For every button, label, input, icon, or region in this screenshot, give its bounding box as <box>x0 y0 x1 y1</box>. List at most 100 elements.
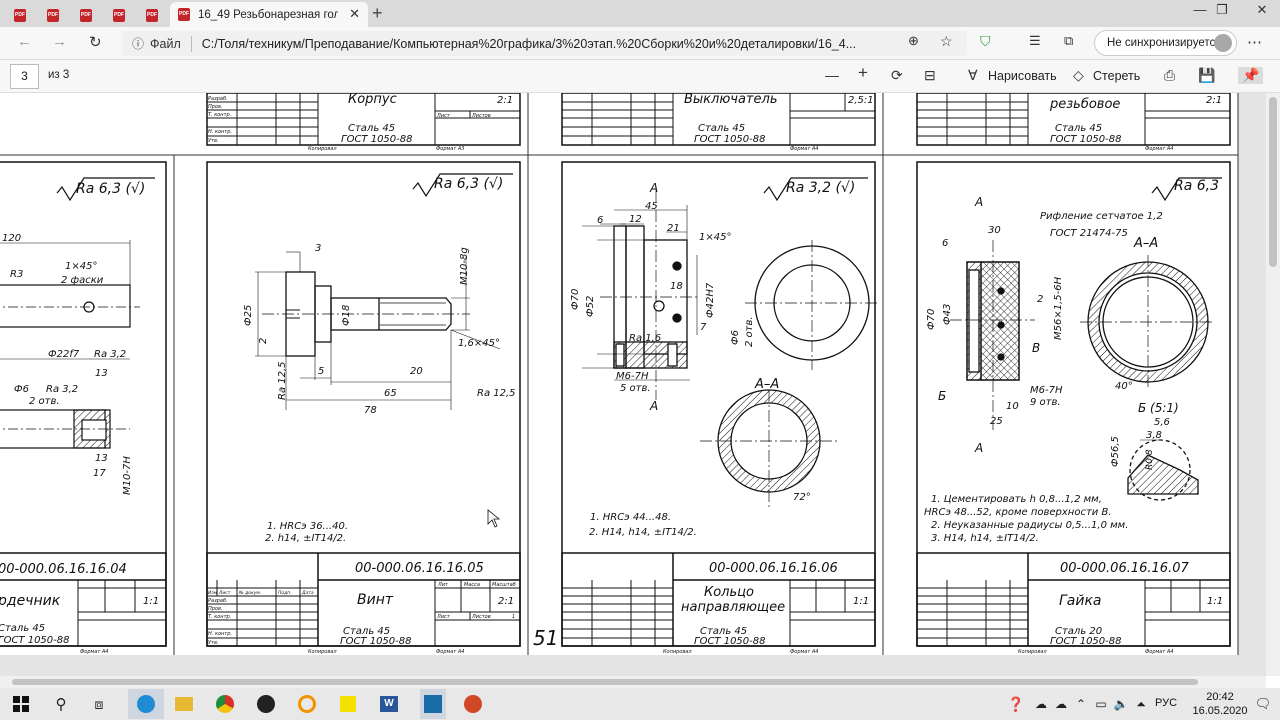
close-window-button[interactable]: ✕ <box>1242 2 1280 18</box>
word-icon[interactable]: W <box>378 693 400 715</box>
pdf-tab-1[interactable]: PDF <box>5 3 35 27</box>
sheet-gost: ГОСТ 1050-88 <box>1050 636 1122 647</box>
sheet-gost: ГОСТ 1050-88 <box>694 636 766 647</box>
format-label: Формат А4 <box>80 649 108 655</box>
zoom-in-icon[interactable]: + <box>858 63 868 83</box>
note-line: 3. H14, h14, ±IT14/2. <box>931 533 1039 544</box>
notification-icon[interactable]: 🗨 <box>1252 693 1274 715</box>
pdf-tab-3[interactable]: PDF <box>71 3 101 27</box>
favorites-list-icon[interactable]: ☰ <box>1029 33 1041 49</box>
stamp-prov: Пров. <box>208 606 223 612</box>
sheet-name: Винт <box>357 592 394 608</box>
zoom-out-icon[interactable]: — <box>825 67 839 83</box>
clock-date: 16.05.2020 <box>1192 705 1248 717</box>
top-gost-1: ГОСТ 1050-88 <box>341 134 413 145</box>
clock[interactable]: 20:42 16.05.2020 <box>1190 690 1250 718</box>
dim-label: M56×1,5-6H <box>1053 276 1064 340</box>
volume-icon[interactable]: 🔈 <box>1110 693 1132 715</box>
task-view-icon[interactable]: ⧈ <box>88 693 110 715</box>
dim-label: Ф52 <box>585 296 596 317</box>
draw-icon[interactable]: ∀ <box>968 67 978 84</box>
cloud-icon[interactable]: ☁ <box>1050 693 1072 715</box>
kompas-icon[interactable] <box>420 689 446 719</box>
network-icon[interactable]: ▭ <box>1090 693 1112 715</box>
back-icon[interactable]: ← <box>17 33 32 50</box>
scroll-thumb[interactable] <box>12 679 1198 685</box>
shield-icon[interactable]: ⛉ <box>980 33 991 50</box>
stamp-utv: Утв. <box>208 138 219 144</box>
sync-label: Не синхронизируется <box>1107 37 1222 49</box>
save-icon[interactable]: 💾 <box>1198 67 1215 84</box>
pdf-icon: PDF <box>146 8 158 22</box>
note-line: 1. HRCэ 36...40. <box>267 521 348 532</box>
forward-icon[interactable]: → <box>52 33 67 50</box>
fit-page-icon[interactable]: ⊟ <box>924 67 936 84</box>
erase-icon[interactable]: ◇ <box>1073 67 1084 84</box>
url-field[interactable]: ⓘ Файл C:/Толя/техникум/Преподавание/Ком… <box>122 31 967 56</box>
refresh-icon[interactable]: ↻ <box>89 33 102 51</box>
dim-label: 1×45° <box>699 232 731 243</box>
scroll-thumb[interactable] <box>1269 97 1277 267</box>
sheet-name-line1: Кольцо <box>704 585 754 600</box>
file-explorer-icon[interactable] <box>173 693 195 715</box>
format-label: Формат А4 <box>790 649 818 655</box>
dim-label: Ф18 <box>341 305 352 326</box>
powerpoint-icon[interactable] <box>462 693 484 715</box>
active-tab[interactable]: PDF 16_49 Резьбонарезная головка ✕ <box>170 2 368 27</box>
draw-button[interactable]: Нарисовать <box>988 69 1057 83</box>
language-indicator[interactable]: РУС <box>1155 697 1177 709</box>
divider <box>190 35 192 52</box>
sheet-material: Сталь 45 <box>0 623 45 634</box>
inkscape-icon[interactable] <box>255 693 277 715</box>
pin-toolbar-icon[interactable]: 📌 <box>1238 67 1264 84</box>
tray-chevron-icon[interactable]: ⌃ <box>1070 693 1092 715</box>
top-material-1: Сталь 45 <box>348 123 395 134</box>
app-icon[interactable] <box>296 693 318 715</box>
restore-button[interactable]: ❐ <box>1202 2 1242 18</box>
active-tab-title: 16_49 Резьбонарезная головка <box>198 8 338 21</box>
sheet-scale: 1:1 <box>143 596 159 607</box>
help-icon[interactable]: ❓ <box>1005 693 1027 715</box>
info-icon[interactable]: ⓘ <box>132 35 144 52</box>
pdf-viewer[interactable]: Корпус 2:1 Сталь 45 ГОСТ 1050-88 Формат … <box>0 93 1280 676</box>
horizontal-scrollbar[interactable] <box>0 676 1266 688</box>
new-tab-button[interactable]: + <box>372 3 383 24</box>
battery-icon[interactable]: ⏶ <box>1130 693 1152 715</box>
erase-button[interactable]: Стереть <box>1093 69 1140 83</box>
sticky-notes-icon[interactable] <box>337 693 359 715</box>
search-icon[interactable]: ⚲ <box>50 693 72 715</box>
top-scale-3: 2:1 <box>1206 95 1222 106</box>
stamp-listov: Листов <box>471 614 491 620</box>
onedrive-icon[interactable]: ☁ <box>1030 693 1052 715</box>
pdf-tab-4[interactable]: PDF <box>104 3 134 27</box>
rotate-icon[interactable]: ⟳ <box>891 67 903 84</box>
dim-label: 72° <box>793 492 811 503</box>
zoom-icon[interactable]: ⊕ <box>908 33 919 49</box>
edge-browser-icon[interactable] <box>128 689 164 719</box>
top-format-1: Формат А3 <box>436 146 464 152</box>
more-menu-icon[interactable]: ⋯ <box>1247 33 1262 51</box>
top-material-3: Сталь 45 <box>1055 123 1102 134</box>
sync-button[interactable]: Не синхронизируется <box>1094 30 1237 56</box>
dim-label: Ф70 <box>570 289 581 310</box>
top-material-2: Сталь 45 <box>698 123 745 134</box>
vertical-scrollbar[interactable] <box>1266 93 1280 676</box>
chrome-icon[interactable] <box>214 693 236 715</box>
print-icon[interactable]: ⎙ <box>1164 67 1175 84</box>
dim-label: 21 <box>667 223 680 234</box>
page-number-input[interactable]: 3 <box>10 64 39 89</box>
dim-label: 2 <box>1037 294 1043 305</box>
pdf-icon: PDF <box>47 8 59 22</box>
stamp-utv: Утв. <box>208 640 219 646</box>
windows-start-icon[interactable] <box>10 693 32 715</box>
dim-label: 2 <box>258 338 269 344</box>
section-mark: Б <box>938 389 946 403</box>
pdf-tab-5[interactable]: PDF <box>137 3 167 27</box>
favorite-star-icon[interactable]: ☆ <box>940 33 953 50</box>
sheet-number: 00-000.06.16.16.07 <box>1060 561 1189 576</box>
close-tab-icon[interactable]: ✕ <box>349 6 360 22</box>
dim-label: 6 <box>597 215 603 226</box>
dim-label: 6 <box>942 238 948 249</box>
collections-icon[interactable]: ⧉ <box>1064 33 1073 49</box>
pdf-tab-2[interactable]: PDF <box>38 3 68 27</box>
